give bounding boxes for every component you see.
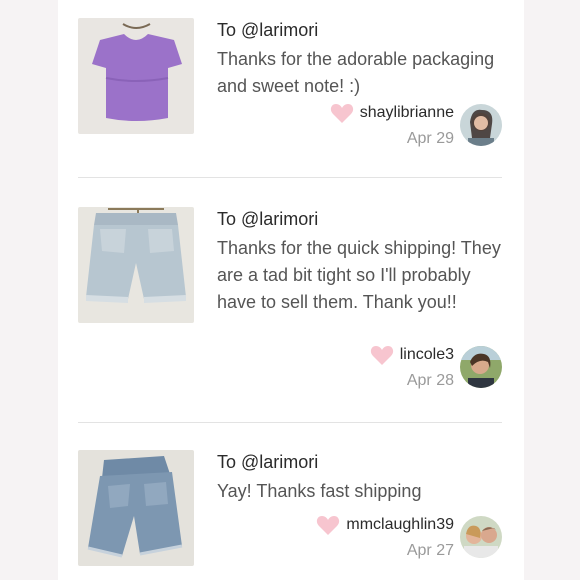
heart-icon[interactable] — [370, 344, 394, 366]
review-date: Apr 28 — [406, 372, 454, 389]
divider — [78, 177, 502, 178]
recipient-label: To @larimori — [217, 452, 319, 472]
recipient-label: To @larimori — [217, 20, 319, 40]
review-message: Thanks for the adorable packaging and sw… — [217, 49, 495, 96]
reviewer-username[interactable]: mmclaughlin39 — [346, 515, 454, 535]
heart-icon[interactable] — [330, 102, 354, 124]
avatar[interactable] — [460, 104, 502, 146]
recipient-label: To @larimori — [217, 209, 319, 229]
review-message: Thanks for the quick shipping! They are … — [217, 238, 501, 312]
reviewer-username[interactable]: lincole3 — [400, 345, 454, 365]
divider — [78, 422, 502, 423]
review-date: Apr 29 — [406, 130, 454, 147]
reviewer-username[interactable]: shaylibrianne — [360, 103, 454, 123]
review-message: Yay! Thanks fast shipping — [217, 481, 422, 501]
item-photo-denim-shorts[interactable] — [78, 207, 194, 323]
avatar[interactable] — [460, 516, 502, 558]
review-date: Apr 27 — [406, 542, 454, 559]
item-photo-jean-shorts[interactable] — [78, 450, 194, 566]
item-photo-purple-top[interactable] — [78, 18, 194, 134]
avatar[interactable] — [460, 346, 502, 388]
heart-icon[interactable] — [316, 514, 340, 536]
